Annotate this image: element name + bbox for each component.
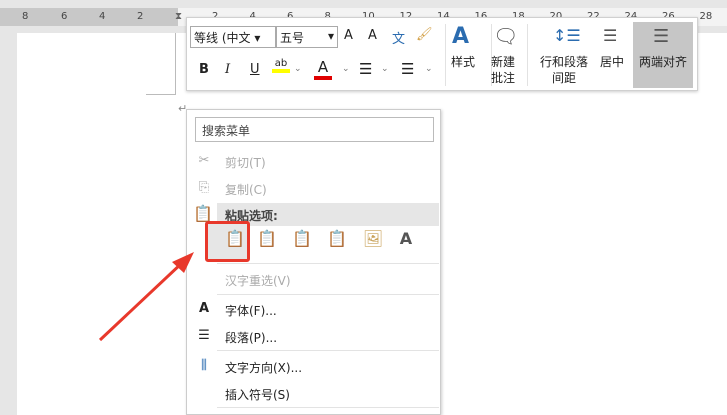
annotation-arrow (98, 252, 194, 342)
